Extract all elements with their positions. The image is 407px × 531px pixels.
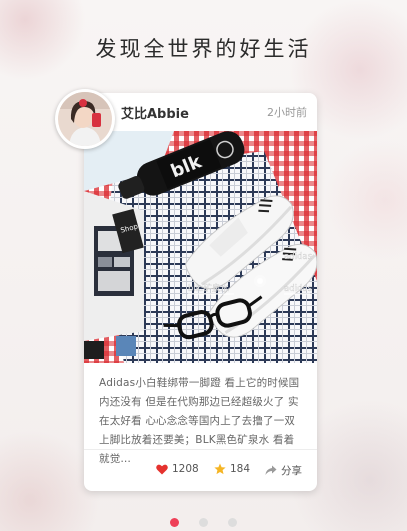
- carousel-dot-2[interactable]: [199, 518, 208, 527]
- carousel-indicator: [0, 518, 407, 527]
- star-count: 184: [230, 463, 251, 475]
- like-count: 1208: [172, 463, 199, 475]
- user-avatar[interactable]: [55, 89, 115, 149]
- post-card[interactable]: 艾比Abbie 2小时前 Shop blk blk.矿泉水 adidas adi…: [84, 93, 317, 491]
- photo-image: Shop blk blk.矿泉水 adidas adidas: [84, 131, 317, 363]
- page-title: 发现全世界的好生活: [95, 37, 312, 61]
- svg-text:adidas: adidas: [284, 252, 313, 262]
- star-button[interactable]: 184: [214, 463, 250, 475]
- share-icon: [265, 465, 277, 475]
- share-button[interactable]: 分享: [265, 463, 302, 478]
- user-name[interactable]: 艾比Abbie: [121, 103, 189, 122]
- post-time: 2小时前: [267, 106, 307, 119]
- action-bar: 1208 184 分享: [84, 450, 317, 491]
- carousel-dot-1[interactable]: [170, 518, 179, 527]
- post-photo[interactable]: Shop blk blk.矿泉水 adidas adidas: [84, 131, 317, 363]
- like-button[interactable]: 1208: [156, 463, 199, 475]
- svg-text:adidas: adidas: [284, 284, 313, 294]
- share-label: 分享: [281, 465, 302, 477]
- avatar-image: [56, 90, 114, 148]
- heart-icon: [156, 464, 168, 474]
- carousel-dot-3[interactable]: [228, 518, 237, 527]
- star-icon: [214, 463, 226, 475]
- svg-text:blk.矿泉水: blk.矿泉水: [188, 283, 229, 294]
- card-header: 艾比Abbie 2小时前: [84, 93, 317, 131]
